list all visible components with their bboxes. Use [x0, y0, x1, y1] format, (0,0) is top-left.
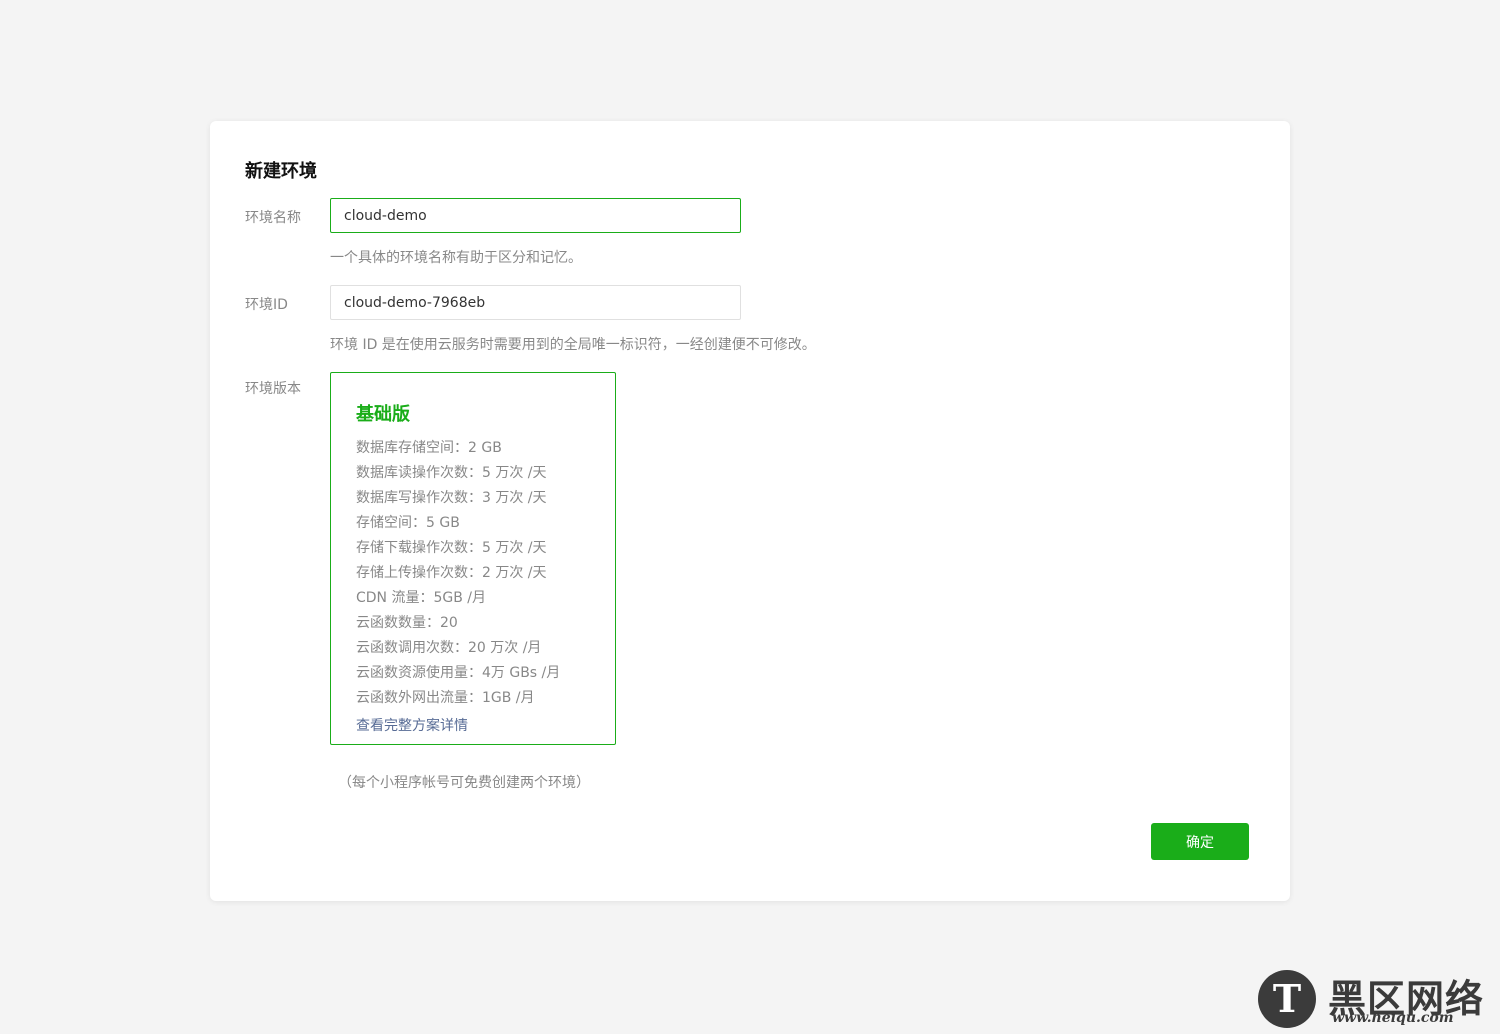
dialog-title: 新建环境 — [245, 161, 317, 182]
plan-feature-item: 云函数外网出流量：1GB /月 — [356, 690, 535, 706]
confirm-button[interactable]: 确定 — [1151, 823, 1249, 860]
plan-feature-item: 存储下载操作次数：5 万次 /天 — [356, 540, 547, 556]
plan-feature-list: 数据库存储空间：2 GB 数据库读操作次数：5 万次 /天 数据库写操作次数：3… — [356, 436, 560, 711]
free-env-note: （每个小程序帐号可免费创建两个环境） — [338, 775, 590, 791]
plan-feature-item: 数据库写操作次数：3 万次 /天 — [356, 490, 547, 506]
env-version-label: 环境版本 — [245, 381, 301, 397]
env-id-input[interactable] — [330, 285, 741, 320]
env-id-label: 环境ID — [245, 297, 288, 313]
plan-feature-item: CDN 流量：5GB /月 — [356, 590, 487, 606]
plan-feature-item: 数据库读操作次数：5 万次 /天 — [356, 465, 547, 481]
plan-feature-item: 存储上传操作次数：2 万次 /天 — [356, 565, 547, 581]
env-name-hint: 一个具体的环境名称有助于区分和记忆。 — [330, 250, 582, 266]
plan-feature-item: 数据库存储空间：2 GB — [356, 440, 502, 456]
plan-card-basic[interactable]: 基础版 数据库存储空间：2 GB 数据库读操作次数：5 万次 /天 数据库写操作… — [330, 372, 616, 745]
create-environment-dialog: 新建环境 环境名称 一个具体的环境名称有助于区分和记忆。 环境ID 环境 ID … — [210, 121, 1290, 901]
plan-details-link[interactable]: 查看完整方案详情 — [356, 715, 468, 735]
plan-feature-item: 云函数调用次数：20 万次 /月 — [356, 640, 542, 656]
plan-feature-item: 云函数资源使用量：4万 GBs /月 — [356, 665, 561, 681]
plan-feature-item: 云函数数量：20 — [356, 615, 458, 631]
plan-name: 基础版 — [356, 404, 410, 425]
plan-feature-item: 存储空间：5 GB — [356, 515, 460, 531]
env-name-input[interactable] — [330, 198, 741, 233]
watermark-url: www.heiqu.com — [1332, 1010, 1454, 1026]
mushroom-logo-icon: T — [1258, 970, 1316, 1028]
watermark-logo: T 黑区网络 www.heiqu.com — [1258, 968, 1490, 1028]
env-id-hint: 环境 ID 是在使用云服务时需要用到的全局唯一标识符，一经创建便不可修改。 — [330, 337, 816, 353]
env-name-label: 环境名称 — [245, 210, 301, 226]
